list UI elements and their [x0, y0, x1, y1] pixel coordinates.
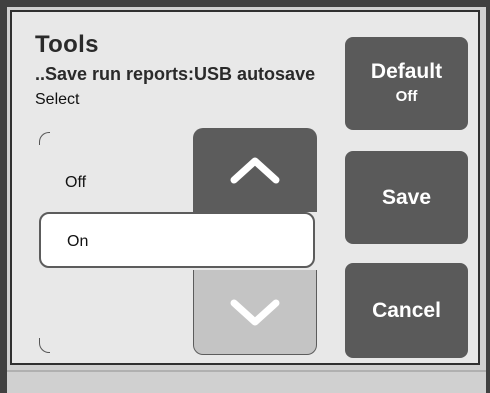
chevron-down-icon	[230, 299, 280, 326]
default-value-label: Off	[395, 88, 418, 105]
scroll-down-button[interactable]	[193, 270, 317, 355]
scroll-up-button[interactable]	[193, 128, 317, 212]
list-item-off[interactable]: Off	[65, 173, 86, 193]
instruction-label: Select	[35, 91, 80, 108]
cancel-button[interactable]: Cancel	[345, 263, 468, 358]
breadcrumb: ..Save run reports:USB autosave	[35, 64, 316, 84]
save-button[interactable]: Save	[345, 151, 468, 244]
list-item-label: On	[67, 233, 89, 250]
list-item-on-selected[interactable]: On	[39, 212, 315, 268]
page-title: Tools	[35, 31, 99, 58]
cancel-button-label: Cancel	[372, 298, 441, 322]
save-button-label: Save	[381, 185, 432, 209]
default-button[interactable]: Default Off	[345, 37, 468, 130]
default-button-label: Default	[370, 60, 443, 83]
list-corner-top	[39, 132, 50, 145]
list-corner-bottom	[39, 338, 50, 353]
chevron-up-icon	[230, 157, 280, 184]
option-list: Off On	[37, 128, 319, 356]
bezel-divider	[7, 370, 486, 372]
